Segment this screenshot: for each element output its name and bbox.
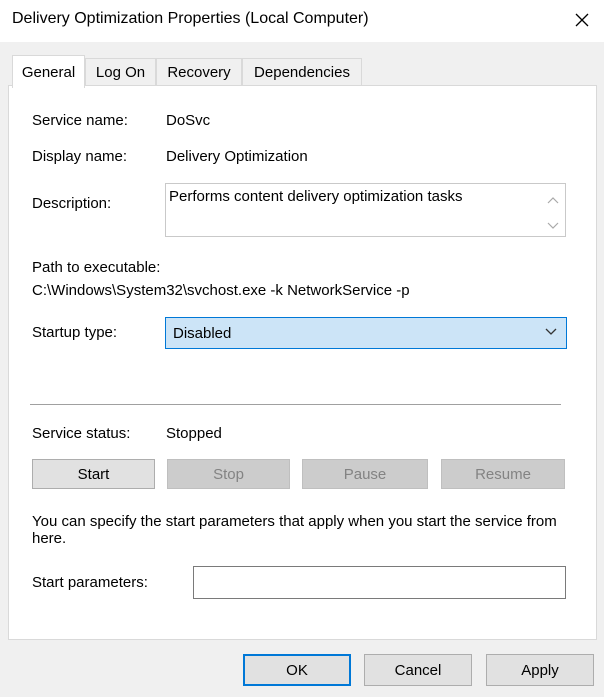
startup-type-value: Disabled [173, 325, 232, 342]
pause-button[interactable]: Pause [302, 459, 428, 489]
service-status-label: Service status: [32, 425, 131, 442]
chevron-down-icon [544, 324, 558, 338]
start-parameters-input[interactable] [193, 566, 566, 599]
tab-dependencies[interactable]: Dependencies [242, 58, 362, 86]
start-parameters-hint: You can specify the start parameters tha… [32, 513, 557, 547]
resume-button-label: Resume [475, 465, 531, 483]
service-name-label: Service name: [32, 112, 128, 129]
tab-label: General [21, 63, 76, 81]
startup-type-dropdown[interactable]: Disabled [165, 317, 567, 349]
service-status-value: Stopped [166, 425, 222, 442]
display-name-label: Display name: [32, 148, 128, 165]
path-label: Path to executable: [32, 259, 161, 276]
resume-button[interactable]: Resume [441, 459, 565, 489]
tab-label: Dependencies [254, 64, 350, 81]
tab-label: Recovery [167, 64, 231, 81]
startup-type-label: Startup type: [32, 324, 118, 341]
start-button[interactable]: Start [32, 459, 155, 489]
ok-button[interactable]: OK [243, 654, 351, 686]
tab-general[interactable]: General [12, 55, 85, 88]
service-name-value: DoSvc [166, 112, 211, 129]
apply-button[interactable]: Apply [486, 654, 594, 686]
description-box[interactable]: Performs content delivery optimization t… [165, 183, 566, 237]
general-panel [8, 85, 597, 640]
scroll-up-icon[interactable] [547, 194, 559, 206]
divider [30, 404, 561, 405]
tab-recovery[interactable]: Recovery [156, 58, 242, 86]
stop-button-label: Stop [213, 465, 244, 483]
close-icon [575, 13, 589, 27]
description-text: Performs content delivery optimization t… [169, 188, 463, 205]
title-bar: Delivery Optimization Properties (Local … [0, 0, 604, 42]
start-parameters-label: Start parameters: [32, 574, 148, 591]
apply-button-label: Apply [521, 661, 559, 679]
scroll-down-icon[interactable] [547, 220, 559, 232]
stop-button[interactable]: Stop [167, 459, 290, 489]
close-button[interactable] [560, 0, 604, 40]
tab-log-on[interactable]: Log On [85, 58, 156, 86]
cancel-button-label: Cancel [394, 661, 442, 679]
start-button-label: Start [77, 465, 110, 483]
ok-button-label: OK [286, 661, 308, 679]
path-value: C:\Windows\System32\svchost.exe -k Netwo… [32, 282, 410, 299]
tab-label: Log On [95, 64, 146, 81]
pause-button-label: Pause [343, 465, 387, 483]
cancel-button[interactable]: Cancel [364, 654, 472, 686]
window-title: Delivery Optimization Properties (Local … [12, 10, 369, 27]
display-name-value: Delivery Optimization [166, 148, 308, 165]
description-label: Description: [32, 195, 112, 212]
